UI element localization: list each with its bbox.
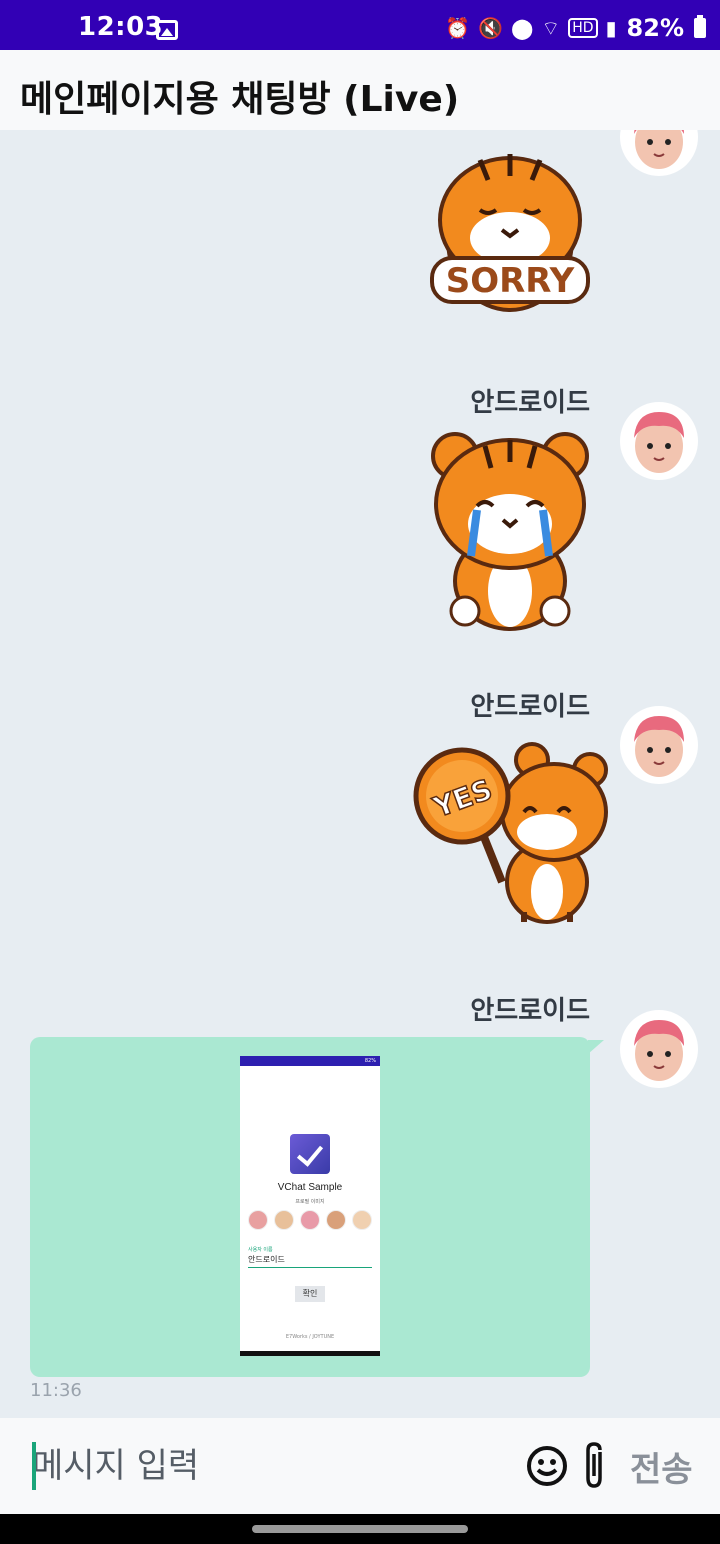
status-bar: 12:03 ⏰ 🔇 ⬤ ⌔ HD ▮ 82%	[0, 0, 720, 50]
mute-icon: 🔇	[478, 16, 504, 40]
sticker-text: SORRY	[446, 261, 575, 301]
page-title: 메인페이지용 채팅방 (Live)	[20, 79, 460, 120]
message-input-bar: 전송	[0, 1418, 720, 1514]
battery-icon	[694, 15, 706, 38]
screenshot-field-value: 안드로이드	[248, 1254, 372, 1268]
attach-icon[interactable]	[580, 1440, 612, 1492]
system-nav-bar	[0, 1514, 720, 1544]
home-gesture-handle[interactable]	[252, 1525, 468, 1533]
avatar-icon	[621, 130, 697, 175]
screenshot-nav-bar	[240, 1351, 380, 1356]
face-icon	[274, 1210, 294, 1230]
signal-icon: ▮	[605, 16, 617, 40]
screenshot-confirm-button: 확인	[295, 1286, 325, 1302]
send-button[interactable]: 전송	[630, 1442, 714, 1490]
message-timestamp: 11:36	[30, 1380, 82, 1401]
sender-name: 안드로이드	[470, 692, 590, 722]
avatar-icon	[621, 1011, 697, 1087]
app-bar: 메인페이지용 채팅방 (Live)	[0, 50, 720, 130]
avatar[interactable]	[620, 706, 698, 784]
status-time: 12:03	[78, 12, 164, 42]
avatar-icon	[621, 707, 697, 783]
gallery-icon	[156, 20, 178, 40]
avatar[interactable]	[620, 402, 698, 480]
sender-name: 안드로이드	[470, 388, 590, 418]
screenshot-status-bar: 82%	[240, 1056, 380, 1066]
sender-name: 안드로이드	[470, 996, 590, 1026]
text-cursor	[32, 1442, 36, 1490]
tiger-yes-sticker[interactable]: YES	[412, 742, 612, 927]
shared-screenshot-image[interactable]: 82% VChat Sample 프로필 이미지 사용자 이름 안드로이드 확인…	[240, 1056, 380, 1356]
face-icon	[248, 1210, 268, 1230]
screenshot-subtitle: 프로필 이미지	[295, 1199, 325, 1205]
screenshot-field-label: 사용자 이름	[248, 1247, 273, 1253]
screenshot-avatar-row	[248, 1210, 372, 1230]
battery-percent: 82%	[626, 14, 684, 42]
checkmark-logo-icon	[290, 1134, 330, 1174]
face-icon	[352, 1210, 372, 1230]
location-icon: ⬤	[511, 16, 534, 40]
tiger-sorry-sticker[interactable]: SORRY	[410, 130, 610, 330]
face-icon	[326, 1210, 346, 1230]
tiger-crying-sticker[interactable]	[425, 426, 595, 631]
face-icon	[300, 1210, 320, 1230]
emoji-icon[interactable]	[526, 1445, 568, 1487]
avatar-icon	[621, 403, 697, 479]
wifi-icon: ⌔	[541, 16, 561, 40]
bubble-tail	[588, 1040, 604, 1054]
hd-icon: HD	[568, 18, 598, 38]
image-message-bubble[interactable]: 82% VChat Sample 프로필 이미지 사용자 이름 안드로이드 확인…	[30, 1037, 590, 1377]
alarm-icon: ⏰	[445, 16, 471, 40]
chat-list[interactable]: SORRY 안드로이드 안드로이드 YES 안드로이드 82% VChat Sa…	[0, 130, 720, 1418]
avatar[interactable]	[620, 130, 698, 176]
screenshot-footer: E7Works / JOYTUNE	[285, 1334, 335, 1340]
message-input[interactable]	[32, 1438, 492, 1494]
status-icons: ⏰ 🔇 ⬤ ⌔ HD ▮ 82%	[445, 14, 706, 42]
screenshot-title: VChat Sample	[277, 1182, 343, 1193]
avatar[interactable]	[620, 1010, 698, 1088]
